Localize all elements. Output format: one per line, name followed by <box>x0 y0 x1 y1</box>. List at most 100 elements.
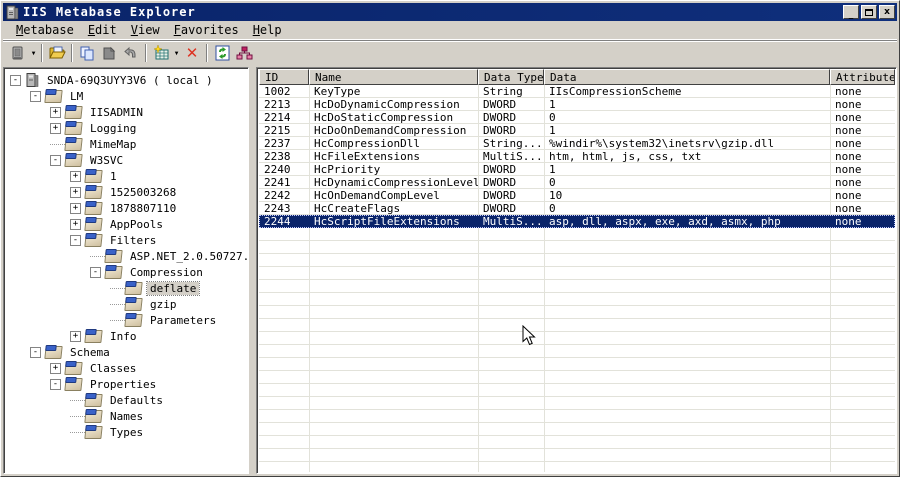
tree-item-label[interactable]: MimeMap <box>87 138 139 151</box>
tree-item-apppools: + AppPools <box>4 216 248 232</box>
open-button[interactable] <box>46 42 68 64</box>
title-bar[interactable]: IIS Metabase Explorer _ x <box>3 3 897 21</box>
tree-item-label[interactable]: Schema <box>67 346 113 359</box>
tree-item-label[interactable]: LM <box>67 90 86 103</box>
tree-item-label[interactable]: Names <box>107 410 146 423</box>
tree-item-iisadmin: + IISADMIN <box>4 104 248 120</box>
cell-attributes: none <box>835 124 862 137</box>
column-header-id[interactable]: ID <box>259 69 309 85</box>
tree-item-1525003268: + 1525003268 <box>4 184 248 200</box>
paste-button[interactable] <box>98 42 120 64</box>
tree-expander[interactable]: + <box>70 330 81 342</box>
tree-item-label[interactable]: Logging <box>87 122 139 135</box>
cell-data: 0 <box>549 111 556 124</box>
table-row[interactable]: 2243 HcCreateFlags DWORD 0 none <box>259 202 895 215</box>
copy-button[interactable] <box>76 42 98 64</box>
table-row[interactable]: 1002 KeyType String IIsCompressionScheme… <box>259 85 895 98</box>
tree-expander[interactable]: + <box>50 122 61 134</box>
tree-item-label[interactable]: IISADMIN <box>87 106 146 119</box>
tree-item-label[interactable]: 1878807110 <box>107 202 179 215</box>
tree-item-label[interactable]: gzip <box>147 298 180 311</box>
tree-expander[interactable]: - <box>50 154 61 166</box>
tree-expander[interactable]: + <box>70 218 81 230</box>
tree-view-button[interactable] <box>233 42 255 64</box>
key-folder-icon <box>64 377 83 391</box>
new-record-button[interactable] <box>150 42 172 64</box>
table-row[interactable]: 2214 HcDoStaticCompression DWORD 0 none <box>259 111 895 124</box>
close-button[interactable]: x <box>879 5 895 19</box>
tree-expander[interactable]: - <box>50 378 61 390</box>
cell-id: 2243 <box>264 202 291 215</box>
table-row[interactable]: 2215 HcDoOnDemandCompression DWORD 1 non… <box>259 124 895 137</box>
tree-item-label[interactable]: Classes <box>87 362 139 375</box>
tree-item-label[interactable]: 1 <box>107 170 120 183</box>
maximize-button[interactable] <box>861 5 877 19</box>
tree-item-label[interactable]: deflate <box>145 280 201 296</box>
tree-item-label[interactable]: Info <box>107 330 140 343</box>
tree-item-gzip: gzip <box>4 296 248 312</box>
key-folder-icon <box>104 265 123 279</box>
tree-expander[interactable]: + <box>70 202 81 214</box>
table-row[interactable]: 2237 HcCompressionDll String... %windir%… <box>259 137 895 150</box>
table-row[interactable]: 2242 HcOnDemandCompLevel DWORD 10 none <box>259 189 895 202</box>
tree-item-label[interactable]: ASP.NET_2.0.50727.0 <box>127 250 248 263</box>
minimize-button[interactable]: _ <box>843 5 859 19</box>
panel-splitter[interactable] <box>249 67 256 474</box>
tree-item-label[interactable]: Compression <box>127 266 206 279</box>
menu-metabase[interactable]: Metabase <box>9 22 81 38</box>
tree-expander[interactable]: + <box>70 186 81 198</box>
tree-expander[interactable]: - <box>30 346 41 358</box>
tree-item-label[interactable]: W3SVC <box>87 154 126 167</box>
cell-name: HcFileExtensions <box>314 150 420 163</box>
table-row[interactable]: 2213 HcDoDynamicCompression DWORD 1 none <box>259 98 895 111</box>
table-row[interactable]: 2241 HcDynamicCompressionLevel DWORD 0 n… <box>259 176 895 189</box>
column-header-name[interactable]: Name <box>309 69 478 85</box>
key-folder-icon <box>64 105 83 119</box>
cell-name: HcDoStaticCompression <box>314 111 454 124</box>
toolbar: ▼ ▼ ✕ <box>3 40 897 65</box>
menu-help[interactable]: Help <box>246 22 289 38</box>
table-row[interactable]: 2240 HcPriority DWORD 1 none <box>259 163 895 176</box>
tree-expander[interactable]: + <box>50 106 61 118</box>
cell-name: HcDoOnDemandCompression <box>314 124 467 137</box>
cell-name: HcDoDynamicCompression <box>314 98 460 111</box>
tree-item-label[interactable]: Properties <box>87 378 159 391</box>
refresh-button[interactable] <box>211 42 233 64</box>
table-row[interactable]: 2238 HcFileExtensions MultiS... htm, htm… <box>259 150 895 163</box>
cell-name: HcCompressionDll <box>314 137 420 150</box>
tree-expander[interactable]: - <box>90 266 101 278</box>
tree-item-label[interactable]: 1525003268 <box>107 186 179 199</box>
tree-item-label[interactable]: Parameters <box>147 314 219 327</box>
tree-item-site1: + 1 <box>4 168 248 184</box>
key-folder-icon <box>84 201 103 215</box>
key-folder-icon <box>84 233 103 247</box>
tree-expander[interactable]: + <box>50 362 61 374</box>
delete-record-button[interactable]: ✕ <box>181 42 203 64</box>
cell-data: 1 <box>549 98 556 111</box>
tree-item-label[interactable]: Defaults <box>107 394 166 407</box>
menu-view[interactable]: View <box>124 22 167 38</box>
copy-icon <box>80 46 94 61</box>
cell-attributes: none <box>835 111 862 124</box>
connect-dropdown-arrow[interactable]: ▼ <box>29 42 38 64</box>
tree-item-label[interactable]: Types <box>107 426 146 439</box>
table-row-selected[interactable]: 2244 HcScriptFileExtensions MultiS... as… <box>259 215 895 228</box>
connect-button[interactable] <box>7 42 29 64</box>
tree-item-compression: - Compression <box>4 264 248 280</box>
cell-data: 1 <box>549 124 556 137</box>
cell-attributes: none <box>835 176 862 189</box>
tree-expander[interactable]: + <box>70 170 81 182</box>
column-header-data[interactable]: Data <box>544 69 830 85</box>
tree-expander[interactable]: - <box>70 234 81 246</box>
new-record-dropdown-arrow[interactable]: ▼ <box>172 42 181 64</box>
tree-item-label[interactable]: AppPools <box>107 218 166 231</box>
tree-item-label[interactable]: SNDA-69Q3UYY3V6 ( local ) <box>44 74 216 87</box>
column-header-attributes[interactable]: Attributes <box>830 69 895 85</box>
tree-item-label[interactable]: Filters <box>107 234 159 247</box>
tree-expander[interactable]: - <box>10 74 21 86</box>
menu-favorites[interactable]: Favorites <box>167 22 246 38</box>
undo-button[interactable] <box>120 42 142 64</box>
column-header-data-type[interactable]: Data Type <box>478 69 544 85</box>
tree-expander[interactable]: - <box>30 90 41 102</box>
menu-edit[interactable]: Edit <box>81 22 124 38</box>
